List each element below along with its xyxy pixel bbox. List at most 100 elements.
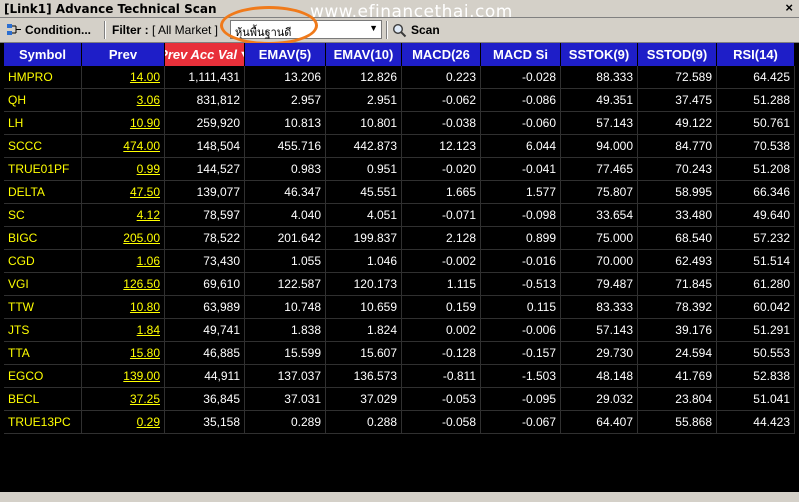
cell-sstod: 55.868 xyxy=(638,411,717,433)
cell-prev[interactable]: 4.12 xyxy=(82,204,165,226)
column-header-prev-acc-val[interactable]: Prev Acc Val▼ xyxy=(165,43,245,66)
close-icon[interactable]: × xyxy=(785,0,793,15)
table-row[interactable]: CGD 1.06 73,430 1.055 1.046 -0.002 -0.016 70.00… xyxy=(4,250,795,273)
cell-rsi14: 44.423 xyxy=(717,411,795,433)
cell-macd: 0.002 xyxy=(402,319,481,341)
cell-macd: -0.058 xyxy=(402,411,481,433)
column-header-sstod[interactable]: SSTOD(9) xyxy=(638,43,717,66)
table-row[interactable]: SC 4.12 78,597 4.040 4.051 -0.071 -0.098 33.654… xyxy=(4,204,795,227)
cell-emav5: 0.289 xyxy=(245,411,326,433)
cell-emav10: 136.573 xyxy=(326,365,402,387)
cell-prev[interactable]: 47.50 xyxy=(82,181,165,203)
cell-prev[interactable]: 0.99 xyxy=(82,158,165,180)
table-row[interactable]: TRUE01PF 0.99 144,527 0.983 0.951 -0.020 -0.04… xyxy=(4,158,795,181)
column-header-symbol[interactable]: Symbol xyxy=(4,43,82,66)
scan-button[interactable]: Scan xyxy=(392,20,440,40)
cell-emav10: 0.951 xyxy=(326,158,402,180)
table-row[interactable]: BIGC 205.00 78,522 201.642 199.837 2.128 0.899… xyxy=(4,227,795,250)
condition-icon xyxy=(7,24,21,35)
table-row[interactable]: JTS 1.84 49,741 1.838 1.824 0.002 -0.006 57.143… xyxy=(4,319,795,342)
table-row[interactable]: TTA 15.80 46,885 15.599 15.607 -0.128 -0.157 29… xyxy=(4,342,795,365)
cell-symbol: SCCC xyxy=(4,135,82,157)
cell-prev[interactable]: 10.80 xyxy=(82,296,165,318)
table-row[interactable]: TTW 10.80 63,989 10.748 10.659 0.159 0.115 83.3… xyxy=(4,296,795,319)
chevron-down-icon[interactable]: ▼ xyxy=(369,23,378,33)
cell-prev-acc-val: 78,522 xyxy=(165,227,245,249)
column-header-sstok[interactable]: SSTOK(9) xyxy=(561,43,638,66)
cell-macd-signal: -0.016 xyxy=(481,250,561,272)
cell-sstok: 57.143 xyxy=(561,112,638,134)
table-row[interactable]: EGCO 139.00 44,911 137.037 136.573 -0.811 -1.5… xyxy=(4,365,795,388)
condition-button[interactable]: Condition... xyxy=(6,20,91,40)
cell-rsi14: 51.288 xyxy=(717,89,795,111)
column-header-macd-signal[interactable]: MACD Si xyxy=(481,43,561,66)
cell-rsi14: 51.514 xyxy=(717,250,795,272)
cell-symbol: TTA xyxy=(4,342,82,364)
table-row[interactable]: BECL 37.25 36,845 37.031 37.029 -0.053 -0.095 2… xyxy=(4,388,795,411)
column-header-emav5[interactable]: EMAV(5) xyxy=(245,43,326,66)
cell-macd-signal: -0.041 xyxy=(481,158,561,180)
table-row[interactable]: SCCC 474.00 148,504 455.716 442.873 12.123 6.0… xyxy=(4,135,795,158)
cell-prev[interactable]: 205.00 xyxy=(82,227,165,249)
highlight-oval xyxy=(220,6,318,45)
cell-emav10: 1.046 xyxy=(326,250,402,272)
cell-sstod: 58.995 xyxy=(638,181,717,203)
cell-symbol: SC xyxy=(4,204,82,226)
cell-symbol: QH xyxy=(4,89,82,111)
cell-macd: -0.128 xyxy=(402,342,481,364)
column-header-emav10[interactable]: EMAV(10) xyxy=(326,43,402,66)
table-row[interactable]: DELTA 47.50 139,077 46.347 45.551 1.665 1.577 7… xyxy=(4,181,795,204)
cell-prev-acc-val: 831,812 xyxy=(165,89,245,111)
cell-macd-signal: -0.006 xyxy=(481,319,561,341)
cell-sstod: 84.770 xyxy=(638,135,717,157)
cell-prev[interactable]: 3.06 xyxy=(82,89,165,111)
cell-sstok: 70.000 xyxy=(561,250,638,272)
cell-symbol: HMPRO xyxy=(4,66,82,88)
column-header-label: Symbol xyxy=(19,47,66,62)
cell-rsi14: 51.291 xyxy=(717,319,795,341)
cell-prev[interactable]: 1.06 xyxy=(82,250,165,272)
cell-sstok: 49.351 xyxy=(561,89,638,111)
table-row[interactable]: QH 3.06 831,812 2.957 2.951 -0.062 -0.086 49.35… xyxy=(4,89,795,112)
cell-macd-signal: -0.095 xyxy=(481,388,561,410)
cell-macd: -0.038 xyxy=(402,112,481,134)
cell-symbol: LH xyxy=(4,112,82,134)
table-row[interactable]: VGI 126.50 69,610 122.587 120.173 1.115 -0.513… xyxy=(4,273,795,296)
cell-emav10: 10.801 xyxy=(326,112,402,134)
cell-emav10: 199.837 xyxy=(326,227,402,249)
cell-macd-signal: -0.028 xyxy=(481,66,561,88)
cell-prev[interactable]: 139.00 xyxy=(82,365,165,387)
cell-prev[interactable]: 37.25 xyxy=(82,388,165,410)
column-header-macd[interactable]: MACD(26 xyxy=(402,43,481,66)
filter-market-value[interactable]: [ All Market ] xyxy=(152,23,218,37)
cell-prev[interactable]: 0.29 xyxy=(82,411,165,433)
cell-prev[interactable]: 15.80 xyxy=(82,342,165,364)
cell-prev[interactable]: 126.50 xyxy=(82,273,165,295)
column-header-label: EMAV(10) xyxy=(333,47,394,62)
cell-rsi14: 66.346 xyxy=(717,181,795,203)
cell-sstod: 78.392 xyxy=(638,296,717,318)
column-header-prev[interactable]: Prev xyxy=(82,43,165,66)
table-row[interactable]: LH 10.90 259,920 10.813 10.801 -0.038 -0.060 57… xyxy=(4,112,795,135)
cell-prev[interactable]: 1.84 xyxy=(82,319,165,341)
cell-symbol: TRUE01PF xyxy=(4,158,82,180)
cell-emav10: 37.029 xyxy=(326,388,402,410)
cell-sstod: 71.845 xyxy=(638,273,717,295)
cell-prev[interactable]: 474.00 xyxy=(82,135,165,157)
table-row[interactable]: TRUE13PC 0.29 35,158 0.289 0.288 -0.058 -0.067… xyxy=(4,411,795,434)
cell-prev[interactable]: 14.00 xyxy=(82,66,165,88)
cell-prev-acc-val: 1,111,431 xyxy=(165,66,245,88)
scan-label: Scan xyxy=(411,23,440,37)
cell-rsi14: 57.232 xyxy=(717,227,795,249)
cell-sstod: 23.804 xyxy=(638,388,717,410)
toolbar-separator xyxy=(386,21,388,39)
cell-macd-signal: -0.098 xyxy=(481,204,561,226)
column-header-rsi14[interactable]: RSI(14) xyxy=(717,43,795,66)
cell-sstok: 79.487 xyxy=(561,273,638,295)
cell-macd-signal: -1.503 xyxy=(481,365,561,387)
cell-rsi14: 50.553 xyxy=(717,342,795,364)
cell-macd: 0.159 xyxy=(402,296,481,318)
table-row[interactable]: HMPRO 14.00 1,111,431 13.206 12.826 0.223 -0.0… xyxy=(4,66,795,89)
cell-macd: -0.020 xyxy=(402,158,481,180)
cell-prev[interactable]: 10.90 xyxy=(82,112,165,134)
